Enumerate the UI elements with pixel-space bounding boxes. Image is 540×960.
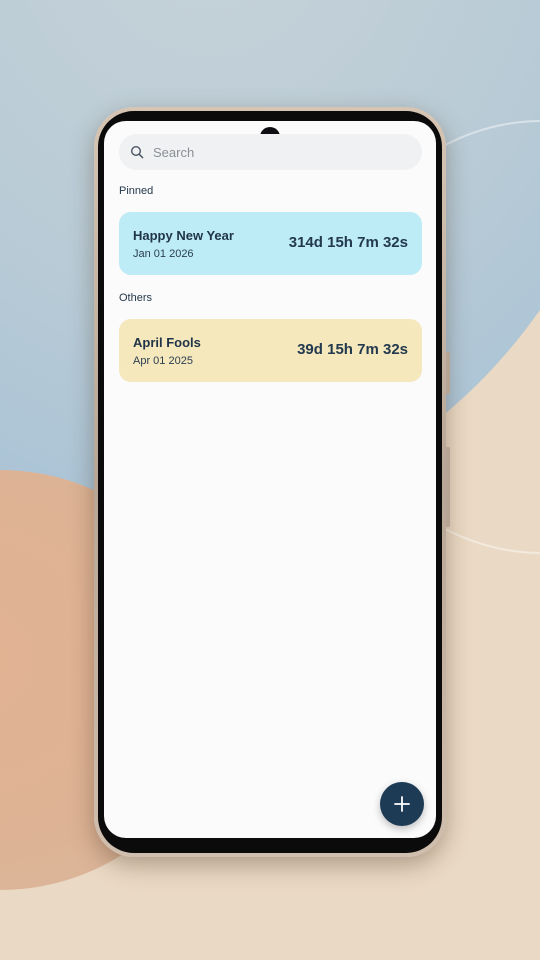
add-event-button[interactable]: [380, 782, 424, 826]
app-screen: Pinned Happy New Year Jan 01 2026 314d 1…: [104, 121, 436, 838]
event-date: Apr 01 2025: [133, 355, 193, 367]
event-countdown: 39d 15h 7m 32s: [297, 341, 408, 358]
search-icon: [129, 144, 145, 160]
search-input[interactable]: [153, 144, 393, 160]
event-card-happy-new-year[interactable]: Happy New Year Jan 01 2026 314d 15h 7m 3…: [119, 212, 422, 275]
background: Pinned Happy New Year Jan 01 2026 314d 1…: [0, 0, 540, 960]
section-label-others: Others: [119, 292, 153, 304]
event-date: Jan 01 2026: [133, 248, 194, 260]
volume-button: [446, 352, 450, 394]
section-label-pinned: Pinned: [119, 185, 154, 197]
plus-icon: [393, 795, 411, 813]
event-countdown: 314d 15h 7m 32s: [288, 234, 408, 251]
search-bar[interactable]: [119, 134, 422, 170]
event-title: April Fools: [133, 335, 201, 350]
event-title: Happy New Year: [133, 228, 234, 243]
event-card-april-fools[interactable]: April Fools Apr 01 2025 39d 15h 7m 32s: [119, 319, 422, 382]
power-button: [446, 447, 450, 527]
